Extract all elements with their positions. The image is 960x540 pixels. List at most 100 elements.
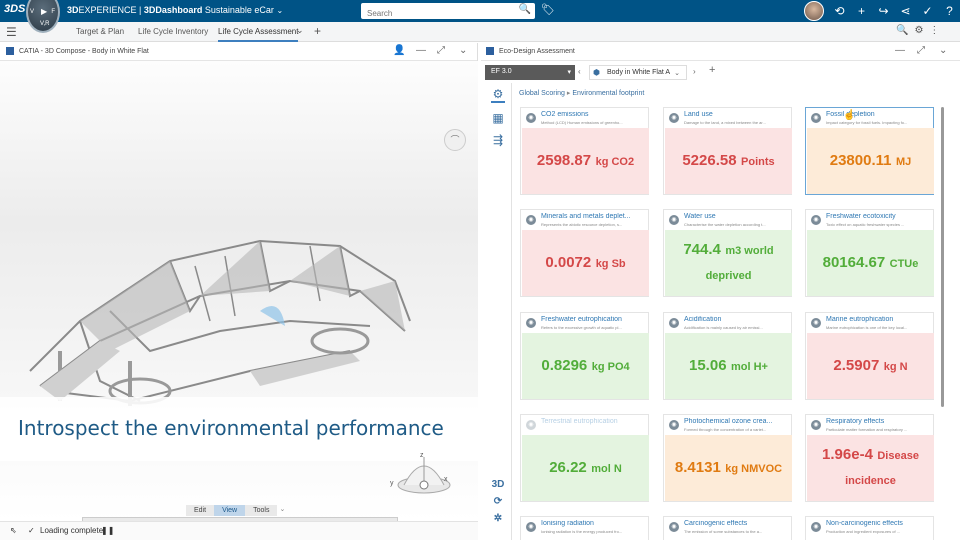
compass-play-icon[interactable]: ▶ xyxy=(41,7,47,16)
impact-card[interactable]: ◉ Respiratory effects Particulate matter f… xyxy=(805,414,934,502)
chevron-down-icon[interactable]: ⌄ xyxy=(674,69,680,77)
tab-life-cycle-assessment[interactable]: Life Cycle Assessment xyxy=(218,27,299,42)
user-avatar[interactable] xyxy=(804,1,824,21)
plus-icon[interactable]: + xyxy=(854,3,869,19)
impact-card[interactable]: ◉ Terrestrial eutrophication 26.22 mol N xyxy=(520,414,649,502)
add-icon[interactable]: + xyxy=(709,64,715,76)
impact-card-name[interactable]: CO2 emissions xyxy=(541,111,647,118)
impact-card-name[interactable]: Photochemical ozone crea... xyxy=(684,418,790,425)
platform-brand[interactable]: 3DEXPERIENCE | 3DDashboard Sustainable e… xyxy=(67,5,283,15)
impact-card-name[interactable]: Marine eutrophication xyxy=(826,316,932,323)
forward-icon[interactable]: ↪ xyxy=(876,3,891,19)
tab-chevron-icon[interactable]: ⌄ xyxy=(296,25,304,36)
impact-card[interactable]: ◉ Freshwater ecotoxicity Toxic effect on a… xyxy=(805,209,934,297)
impact-card[interactable]: ◉ Minerals and metals deplet... Represents… xyxy=(520,209,649,297)
tab-tools[interactable]: Tools xyxy=(245,505,278,516)
impact-card-name[interactable]: Land use xyxy=(684,111,790,118)
tools-icon[interactable]: ✓ xyxy=(920,3,935,19)
impact-card[interactable]: ◉ Carcinogenic effects The emission of som… xyxy=(663,516,792,540)
settings-icon[interactable]: ⚙ xyxy=(914,25,923,36)
impact-card-description: Characterise the water depletion accordi… xyxy=(684,222,766,227)
3d-viewport[interactable]: ⌒ Introspect the environmental performan… xyxy=(0,61,478,521)
network-icon[interactable]: ⋖ xyxy=(898,3,913,19)
viewpoint-icon[interactable]: ⌒ xyxy=(444,129,466,151)
impact-category-icon: ◉ xyxy=(669,318,679,328)
menu-icon[interactable]: ☰ xyxy=(6,25,17,39)
chevron-down-icon[interactable]: ⌄ xyxy=(276,6,283,15)
impact-category-icon: ◉ xyxy=(669,113,679,123)
impact-category-icon: ◉ xyxy=(811,522,821,532)
product-name: Body in White Flat A xyxy=(607,69,671,76)
maximize-icon[interactable]: ⤢ xyxy=(437,45,445,56)
impact-card[interactable]: ◉ Water use Characterise the water depleti… xyxy=(663,209,792,297)
tag-icon[interactable]: 🏷 xyxy=(541,3,555,16)
impact-card-name[interactable]: Freshwater ecotoxicity xyxy=(826,213,932,220)
impact-card-name[interactable]: Minerals and metals deplet... xyxy=(541,213,647,220)
impact-unit: kg PO4 xyxy=(591,360,630,373)
impact-card[interactable]: ◉ Marine eutrophication Marine eutrophicat… xyxy=(805,312,934,400)
share-icon[interactable]: ⟲ xyxy=(832,3,847,19)
catia-app-icon xyxy=(6,47,14,55)
maximize-icon[interactable]: ⤢ xyxy=(917,45,925,56)
product-select[interactable]: ⬢ Body in White Flat A ⌄ xyxy=(589,65,687,80)
collapse-chevron-icon[interactable]: ⌄ xyxy=(459,45,467,56)
catia-widget-title: CATIA - 3D Compose - Body in White Flat xyxy=(19,48,149,55)
tab-edit[interactable]: Edit xyxy=(186,505,215,516)
user-icon[interactable]: 👤 xyxy=(393,45,405,56)
impact-card[interactable]: ◉ Land use Damage to the land, a mixed bet… xyxy=(663,107,792,195)
impact-card-name[interactable]: Ionising radiation xyxy=(541,520,647,527)
impact-card[interactable]: ◉ Acidification Acidification is mainly ca… xyxy=(663,312,792,400)
add-tab-icon[interactable]: + xyxy=(314,24,321,38)
impact-value-wrapper: 23800.11 MJ xyxy=(830,149,911,174)
search-input[interactable] xyxy=(361,5,511,22)
scrollbar[interactable] xyxy=(941,107,944,407)
tree-icon[interactable]: ⇶ xyxy=(491,133,505,147)
settings-icon[interactable]: ✲ xyxy=(491,513,505,524)
impact-card-name[interactable]: Non-carcinogenic effects xyxy=(826,520,932,527)
zoom-icon[interactable]: 🔍 xyxy=(896,25,908,36)
minimize-icon[interactable]: — xyxy=(895,45,905,56)
robot-compass[interactable]: z y x xyxy=(390,451,460,511)
refresh-icon[interactable]: ⟳ xyxy=(491,496,505,507)
minimize-icon[interactable]: — xyxy=(416,45,426,56)
impact-card-description: Method (LCD) Human emissions of greenho.… xyxy=(541,120,623,125)
impact-category-icon: ◉ xyxy=(669,522,679,532)
hierarchy-icon[interactable]: ⚙ xyxy=(491,87,505,103)
impact-card[interactable]: ◉ Fossil depletion Impact category for fos… xyxy=(805,107,934,195)
action-bar-chevron-icon[interactable]: ⌄ xyxy=(277,505,287,516)
breadcrumb-item-environmental-footprint[interactable]: Environmental footprint xyxy=(572,90,644,97)
impact-value: 15.06 xyxy=(689,356,727,374)
3d-toggle-icon[interactable]: 3D xyxy=(491,479,505,490)
search-box[interactable]: 🔍 xyxy=(361,3,535,22)
breadcrumb-item-global-scoring[interactable]: Global Scoring xyxy=(519,90,565,97)
impact-value: 8.4131 xyxy=(674,458,721,476)
impact-card-name[interactable]: Carcinogenic effects xyxy=(684,520,790,527)
previous-icon[interactable]: ‹ xyxy=(578,67,581,76)
impact-card-name[interactable]: Respiratory effects xyxy=(826,418,932,425)
impact-card-name[interactable]: Terrestrial eutrophication xyxy=(541,418,647,425)
status-arrow-icon[interactable]: ⇖ xyxy=(10,526,17,535)
tab-view[interactable]: View xyxy=(214,505,246,516)
collapse-chevron-icon[interactable]: ⌄ xyxy=(939,45,947,56)
tab-life-cycle-inventory[interactable]: Life Cycle Inventory xyxy=(138,27,208,36)
impact-card[interactable]: ◉ Freshwater eutrophication Refers to the … xyxy=(520,312,649,400)
impact-card-name[interactable]: Fossil depletion xyxy=(826,111,932,118)
impact-card[interactable]: ◉ Ionising radiation Ionising radiation is… xyxy=(520,516,649,540)
dropdown-arrow-icon[interactable]: ▾ xyxy=(567,68,571,76)
eco-design-header: Eco-Design Assessment — ⤢ ⌄ xyxy=(481,43,960,61)
pause-icon[interactable]: ❚❚ xyxy=(101,526,114,535)
search-icon[interactable]: 🔍 xyxy=(519,4,531,15)
impact-card[interactable]: ◉ Photochemical ozone crea... Formed throu… xyxy=(663,414,792,502)
impact-card-name[interactable]: Acidification xyxy=(684,316,790,323)
next-icon[interactable]: › xyxy=(693,67,696,76)
help-icon[interactable]: ? xyxy=(942,3,957,19)
impact-card-name[interactable]: Water use xyxy=(684,213,790,220)
impact-card-name[interactable]: Freshwater eutrophication xyxy=(541,316,647,323)
more-icon[interactable]: ⋮ xyxy=(929,25,939,36)
impact-card[interactable]: ◉ CO2 emissions Method (LCD) Human emissio… xyxy=(520,107,649,195)
method-select[interactable]: EF 3.0 ▾ xyxy=(485,65,575,80)
impact-card[interactable]: ◉ Non-carcinogenic effects Production and … xyxy=(805,516,934,540)
grid-icon[interactable]: ▦ xyxy=(491,111,505,125)
3ds-logo[interactable]: 3DS xyxy=(4,3,25,15)
tab-target-plan[interactable]: Target & Plan xyxy=(76,27,124,36)
